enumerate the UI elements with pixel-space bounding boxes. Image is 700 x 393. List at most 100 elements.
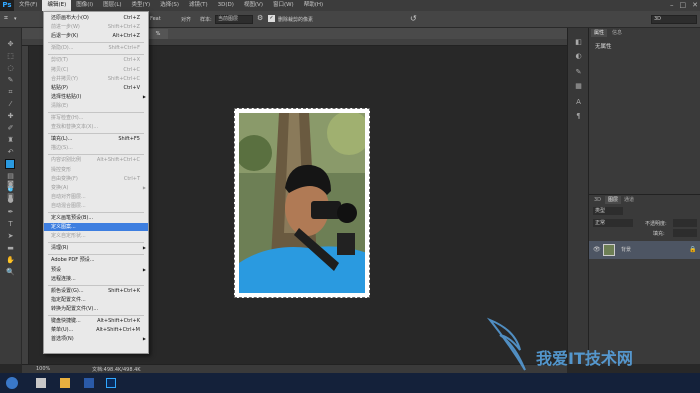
quick-select-tool-icon[interactable]: ✎ [4,76,17,85]
layer-kind-filter[interactable]: 类型 [593,207,623,215]
close-icon[interactable]: ✕ [692,0,698,11]
menu-help[interactable]: 帮助(H) [299,0,328,11]
menu-item-shortcut: Shift+Ctrl+Z [107,24,140,31]
menu-item[interactable]: 选择性粘贴(I) ▶ [44,93,148,101]
menu-item[interactable]: 后退一步(K) Alt+Ctrl+Z [44,32,148,40]
menu-item: 自动混合图层... [44,202,148,210]
healing-tool-icon[interactable]: ✚ [4,112,17,121]
menu-item-label: 指定配置文件... [51,296,86,303]
menu-item[interactable]: 转换为配置文件(V)... [44,305,148,313]
menu-separator [48,54,144,56]
history-brush-icon[interactable]: ↶ [4,148,17,157]
quick-mask-icon[interactable]: ◙ [4,180,17,189]
photoshop-taskbar-icon[interactable] [106,378,116,388]
menu-item[interactable]: 颜色设置(G)... Shift+Ctrl+K [44,287,148,295]
fill-field[interactable] [673,229,697,237]
menu-separator [48,242,144,244]
panel-icon-strip: ◧ ◐ ✎ ▦ A ¶ [567,28,588,364]
visibility-eye-icon[interactable]: 👁 [593,244,601,256]
zoom-tool-icon[interactable]: 🔍 [4,268,17,277]
menu-item[interactable]: 还原画布大小(O) Ctrl+Z [44,14,148,22]
menu-item-label: 自动对齐图层... [51,193,86,200]
tab-layers[interactable]: 图层 [605,196,622,204]
brush-tool-icon[interactable]: ✐ [4,124,17,133]
menu-separator [48,112,144,113]
delete-cropped-checkbox[interactable]: ✓ [268,15,275,22]
maximize-icon[interactable]: □ [680,0,687,11]
type-tool-icon[interactable]: T [4,220,17,229]
hand-tool-icon[interactable]: ✋ [4,256,17,265]
eyedropper-tool-icon[interactable]: ⁄ [4,100,17,109]
menu-item[interactable]: 键盘快捷键... Alt+Shift+Ctrl+K [44,317,148,325]
move-tool-icon[interactable]: ✥ [4,40,17,49]
menu-item[interactable]: 填充(L)... Shift+F5 [44,135,148,143]
menu-separator [48,42,144,44]
menu-item[interactable]: 预设 ▶ [44,266,148,274]
menu-select[interactable]: 选择(S) [155,0,184,11]
menu-edit[interactable]: 编辑(E) [42,0,72,11]
workspace-select[interactable]: 3D [651,15,697,24]
feather-label: Feat [150,16,161,22]
tab-properties[interactable]: 属性 [591,29,608,37]
menu-item[interactable]: 粘贴(P) Ctrl+V [44,84,148,92]
taskbar-app-icon[interactable] [36,378,46,388]
tab-channels[interactable]: 通道 [621,196,637,204]
stamp-tool-icon[interactable]: ♜ [4,136,17,145]
layer-row-background[interactable]: 👁 背景 🔒 [589,241,700,259]
menu-window[interactable]: 窗口(W) [268,0,299,11]
menu-item-shortcut: Ctrl+V [123,84,140,91]
reset-icon[interactable]: ↺ [410,14,417,23]
tab-info[interactable]: 信息 [609,29,625,37]
foreground-color-swatch[interactable] [5,159,15,169]
submenu-arrow-icon: ▶ [142,93,146,99]
watermark-text: 我爱IT技术网 [536,349,633,368]
crop-tool-icon[interactable]: ⌗ [4,14,8,23]
submenu-arrow-icon: ▶ [142,245,146,251]
document-canvas[interactable] [234,108,370,298]
menu-item[interactable]: 指定配置文件... [44,296,148,304]
menu-item[interactable]: Adobe PDF 预设... [44,256,148,264]
menu-item-label: 首选项(N) [51,336,74,343]
pen-tool-icon[interactable]: ✒ [4,208,17,217]
brush-presets-icon[interactable]: ✎ [574,68,583,77]
menu-item[interactable]: 首选项(N) ▶ [44,335,148,343]
adjust-icon[interactable]: ◐ [574,52,583,61]
menu-type[interactable]: 类型(Y) [127,0,156,11]
menu-item[interactable]: 清理(R) ▶ [44,244,148,252]
menu-item[interactable]: 菜单(U)... Alt+Shift+Ctrl+M [44,326,148,334]
menu-image[interactable]: 图像(I) [71,0,98,11]
opacity-field[interactable] [673,219,697,227]
menu-file[interactable]: 文件(F) [14,0,42,11]
shape-tool-icon[interactable]: ▬ [4,244,17,253]
lock-icon: 🔒 [689,246,697,253]
lasso-tool-icon[interactable]: ◌ [4,64,17,73]
history-icon[interactable]: ◧ [574,38,583,47]
layer-name[interactable]: 背景 [621,244,631,256]
screen-mode-icon[interactable]: ▣ [4,192,17,201]
sample-select[interactable]: 当前图层 [215,15,253,24]
paragraph-icon[interactable]: ¶ [574,112,583,121]
tool-preset-chevron-icon[interactable]: ▾ [14,16,17,22]
crop-tool-icon[interactable]: ⌗ [4,88,17,97]
settings-gear-icon[interactable]: ⚙ [257,14,263,22]
zoom-level[interactable]: 100% [36,366,50,372]
path-select-tool-icon[interactable]: ➤ [4,232,17,241]
menu-layer[interactable]: 图层(L) [98,0,126,11]
menu-view[interactable]: 视图(V) [239,0,268,11]
document-tab[interactable]: % [148,29,168,39]
marquee-tool-icon[interactable]: ⬚ [4,52,17,61]
menu-item-shortcut: Alt+Shift+Ctrl+K [97,318,140,324]
explorer-icon[interactable] [60,378,70,388]
menu-filter[interactable]: 滤镜(T) [184,0,213,11]
tab-3d[interactable]: 3D [591,196,604,204]
menu-item[interactable]: 定义画笔预设(B)... [44,214,148,222]
swatches-icon[interactable]: ▦ [574,82,583,91]
menu-3d[interactable]: 3D(D) [213,0,239,11]
start-button-icon[interactable] [6,377,18,389]
menu-item[interactable]: 远程连接... [44,275,148,283]
character-icon[interactable]: A [574,98,583,107]
word-icon[interactable] [84,378,94,388]
minimize-icon[interactable]: – [670,0,674,11]
menu-item[interactable]: 定义图案... [44,223,148,232]
blend-mode-select[interactable]: 正常 [593,219,633,227]
